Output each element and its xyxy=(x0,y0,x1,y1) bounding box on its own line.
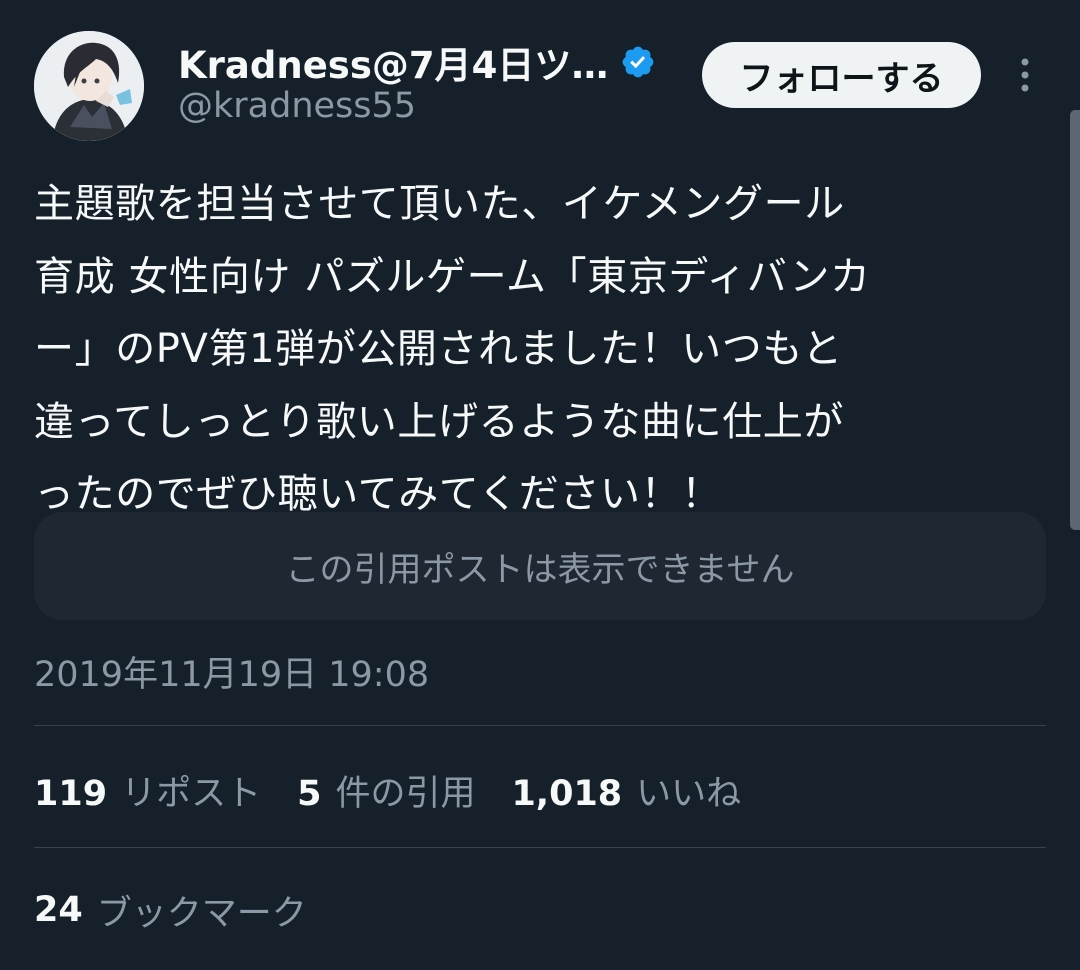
engagement-stats: 119 リポスト 5 件の引用 1,018 いいね xyxy=(34,766,777,814)
tweet-text-line: 違ってしっとり歌い上げるような曲に仕上が xyxy=(34,398,844,445)
follow-button[interactable]: フォローする xyxy=(702,42,981,108)
quote-count-value: 5 xyxy=(297,773,322,814)
like-count-label: いいね xyxy=(636,773,742,814)
tweet-text: 主題歌を担当させて頂いた、イケメングール 育成 女性向け パズルゲーム「東京ディ… xyxy=(34,168,1044,531)
repost-count-label: リポスト xyxy=(121,773,262,814)
repost-count-value: 119 xyxy=(34,773,108,814)
tweet-text-line: 主題歌を担当させて頂いた、イケメングール xyxy=(34,181,845,227)
verified-badge-icon xyxy=(620,44,656,80)
more-vertical-icon[interactable] xyxy=(1010,55,1040,95)
quote-count-label: 件の引用 xyxy=(335,773,476,814)
tweet-text-line: ー」のPV第1弾が公開されました！いつもと xyxy=(34,326,843,372)
bookmark-count-label: ブックマーク xyxy=(96,893,307,934)
divider xyxy=(34,725,1046,726)
display-name-row[interactable]: Kradness@7月4日ツ… xyxy=(178,35,656,89)
scrollbar[interactable] xyxy=(1070,110,1080,530)
quote-unavailable-notice: この引用ポストは表示できません xyxy=(34,512,1046,620)
tweet-detail: Kradness@7月4日ツ… @kradness55 フォローする 主題歌を担… xyxy=(0,0,1080,970)
divider xyxy=(34,847,1046,848)
bookmark-count[interactable]: 24 ブックマーク xyxy=(34,886,307,934)
user-handle[interactable]: @kradness55 xyxy=(178,86,416,126)
like-count[interactable]: 1,018 いいね xyxy=(511,765,741,816)
quote-count[interactable]: 5 件の引用 xyxy=(297,765,475,816)
bookmark-count-value: 24 xyxy=(34,890,83,930)
avatar-illustration xyxy=(34,31,144,141)
tweet-text-line: 育成 女性向け パズルゲーム「東京ディバンカ xyxy=(34,253,871,300)
display-name[interactable]: Kradness@7月4日ツ… xyxy=(178,35,608,89)
avatar[interactable] xyxy=(34,31,144,141)
timestamp[interactable]: 2019年11月19日 19:08 xyxy=(34,646,429,697)
like-count-value: 1,018 xyxy=(511,773,623,814)
repost-count[interactable]: 119 リポスト xyxy=(34,765,261,816)
